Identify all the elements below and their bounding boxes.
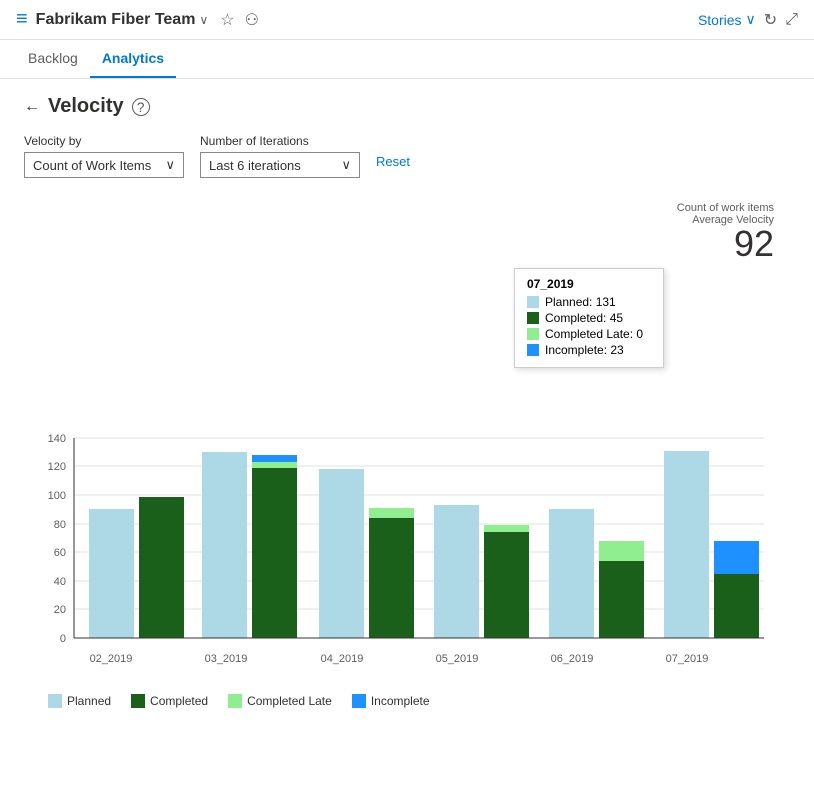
svg-text:06_2019: 06_2019 [551,653,594,665]
back-button[interactable]: ← [24,98,40,116]
svg-text:80: 80 [54,519,66,531]
team-members-icon[interactable]: ⚇ [245,10,259,30]
svg-text:140: 140 [48,433,66,445]
svg-text:0: 0 [60,633,66,645]
velocity-by-label: Velocity by [24,134,184,148]
bar-planned-07 [664,451,709,638]
header-right-controls: Stories ∨ ↻ ⤢ [698,10,798,30]
avg-label-line1: Count of work items [677,202,774,214]
bar-planned-06 [549,509,594,638]
legend-planned-swatch [48,694,62,708]
velocity-by-dropdown[interactable]: Count of Work Items ∨ [24,152,184,178]
bar-completed-late-04 [369,508,414,518]
legend-completed-late-label: Completed Late [247,694,332,708]
iterations-value: Last 6 iterations [209,158,301,173]
tooltip-incomplete-swatch [527,344,539,356]
legend-incomplete-swatch [352,694,366,708]
bar-completed-07 [714,574,759,638]
main-content: ← Velocity ? Velocity by Count of Work I… [0,79,814,728]
bar-planned-02 [89,509,134,638]
favorite-star-icon[interactable]: ☆ [220,10,234,30]
bar-incomplete-07 [714,541,759,574]
svg-text:20: 20 [54,604,66,616]
bar-completed-late-03 [252,462,297,468]
bar-completed-late-06 [599,541,644,561]
tooltip-title: 07_2019 [527,277,651,291]
tooltip-incomplete-label: Incomplete: 23 [545,343,624,357]
tooltip-row-incomplete: Incomplete: 23 [527,343,651,357]
stories-chevron-icon: ∨ [746,11,756,28]
team-name: Fabrikam Fiber Team [36,11,196,29]
legend-item-completed: Completed [131,694,208,708]
expand-icon[interactable]: ⤢ [785,11,798,29]
velocity-by-chevron-icon: ∨ [165,157,175,173]
chart-legend: Planned Completed Completed Late Incompl… [24,686,790,712]
page-title: Velocity [48,95,124,118]
iterations-label: Number of Iterations [200,134,360,148]
bar-planned-03 [202,452,247,638]
svg-text:120: 120 [48,461,66,473]
legend-planned-label: Planned [67,694,111,708]
svg-text:100: 100 [48,490,66,502]
velocity-chart-svg: 0 20 40 60 80 100 120 140 [24,218,784,678]
legend-completed-late-swatch [228,694,242,708]
legend-completed-label: Completed [150,694,208,708]
tooltip-row-completed-late: Completed Late: 0 [527,327,651,341]
bar-completed-late-05 [484,525,529,532]
app-header: ≡ Fabrikam Fiber Team ∨ ☆ ⚇ Stories ∨ ↻ … [0,0,814,40]
legend-item-completed-late: Completed Late [228,694,332,708]
bar-planned-04 [319,469,364,638]
chart-area: 0 20 40 60 80 100 120 140 [24,218,790,678]
tooltip-completed-late-label: Completed Late: 0 [545,327,643,341]
svg-text:40: 40 [54,576,66,588]
iterations-chevron-icon: ∨ [341,157,351,173]
tooltip-completed-late-swatch [527,328,539,340]
svg-text:05_2019: 05_2019 [436,653,479,665]
refresh-icon[interactable]: ↻ [764,10,777,30]
tab-analytics[interactable]: Analytics [90,40,176,78]
app-icon: ≡ [16,8,28,31]
svg-text:07_2019: 07_2019 [666,653,709,665]
tooltip-row-completed: Completed: 45 [527,311,651,325]
filters-row: Velocity by Count of Work Items ∨ Number… [24,134,790,178]
tooltip-planned-swatch [527,296,539,308]
legend-completed-swatch [131,694,145,708]
svg-text:04_2019: 04_2019 [321,653,364,665]
bar-completed-02 [139,497,184,638]
bar-completed-03 [252,468,297,638]
bar-completed-05 [484,532,529,638]
tooltip-completed-label: Completed: 45 [545,311,623,325]
legend-item-incomplete: Incomplete [352,694,430,708]
stories-dropdown-button[interactable]: Stories ∨ [698,11,756,28]
stories-label: Stories [698,12,742,28]
svg-text:60: 60 [54,547,66,559]
tooltip-row-planned: Planned: 131 [527,295,651,309]
iterations-filter: Number of Iterations Last 6 iterations ∨ [200,134,360,178]
nav-tabs: Backlog Analytics [0,40,814,79]
tooltip-completed-swatch [527,312,539,324]
legend-incomplete-label: Incomplete [371,694,430,708]
chart-tooltip: 07_2019 Planned: 131 Completed: 45 Compl… [514,268,664,368]
iterations-dropdown[interactable]: Last 6 iterations ∨ [200,152,360,178]
bar-incomplete-03 [252,455,297,462]
tab-backlog[interactable]: Backlog [16,40,90,78]
legend-item-planned: Planned [48,694,111,708]
tooltip-planned-label: Planned: 131 [545,295,616,309]
velocity-by-filter: Velocity by Count of Work Items ∨ [24,134,184,178]
team-chevron-icon[interactable]: ∨ [199,13,208,27]
reset-button[interactable]: Reset [376,154,410,169]
page-header: ← Velocity ? [24,95,790,118]
bar-completed-06 [599,561,644,638]
chart-container: Count of work items Average Velocity 92 … [24,202,790,686]
svg-text:03_2019: 03_2019 [205,653,248,665]
velocity-by-value: Count of Work Items [33,158,151,173]
svg-text:02_2019: 02_2019 [90,653,133,665]
bar-planned-05 [434,505,479,638]
help-icon[interactable]: ? [132,98,150,116]
bar-completed-04 [369,518,414,638]
